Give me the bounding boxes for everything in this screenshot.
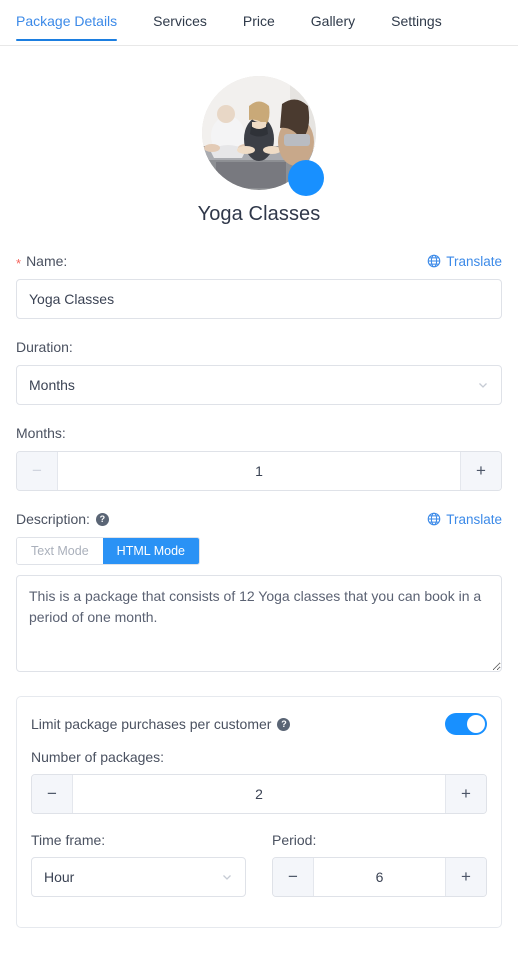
translate-description-label: Translate [446,511,502,527]
toggle-knob [467,715,485,733]
duration-label-row: Duration: [16,338,502,356]
avatar [202,76,324,196]
limit-purchases-label-text: Limit package purchases per customer [31,716,272,732]
page-title: Yoga Classes [197,203,321,225]
period-stepper: − 6 + [272,857,487,897]
limit-purchases-label: Limit package purchases per customer ? [31,716,291,732]
period-value[interactable]: 6 [314,858,445,896]
number-of-packages-value[interactable]: 2 [73,775,445,813]
tab-settings[interactable]: Settings [391,0,442,41]
duration-select-value: Months [29,377,75,393]
months-label: Months: [16,425,66,441]
time-frame-period-row: Time frame: Hour Period: − 6 + [31,832,487,897]
months-increment-button[interactable]: + [460,452,501,490]
translate-description-button[interactable]: Translate [427,512,502,527]
description-textarea[interactable] [16,575,502,672]
package-details-form: * Name: Translate Duration: [0,252,518,677]
months-value[interactable]: 1 [58,452,460,490]
translate-name-label: Translate [446,253,502,269]
duration-field-group: Duration: Months [16,338,502,405]
tab-package-details[interactable]: Package Details [16,0,118,41]
tab-bar: Package Details Services Price Gallery S… [0,0,518,46]
number-of-packages-label: Number of packages: [31,749,165,765]
period-decrement-button[interactable]: − [273,858,314,896]
months-label-row: Months: [16,424,502,442]
period-group: Period: − 6 + [272,832,487,897]
number-of-packages-increment-button[interactable]: + [445,775,486,813]
required-marker: * [16,255,22,271]
time-frame-select-value: Hour [44,869,75,885]
months-field-group: Months: − 1 + [16,424,502,491]
number-of-packages-decrement-button[interactable]: − [32,775,73,813]
chevron-down-icon [221,871,233,883]
period-label: Period: [272,832,317,848]
globe-icon [427,254,441,268]
package-header: Yoga Classes [0,76,518,226]
limit-purchases-toggle[interactable] [445,713,487,735]
name-label-row: * Name: Translate [16,252,502,270]
name-field-group: * Name: Translate [16,252,502,319]
limit-purchases-header: Limit package purchases per customer ? [31,713,487,735]
number-of-packages-stepper: − 2 + [31,774,487,814]
limit-purchases-card: Limit package purchases per customer ? N… [16,696,502,928]
period-increment-button[interactable]: + [445,858,486,896]
tab-price[interactable]: Price [243,0,275,41]
description-label: Description: ? [16,511,109,527]
name-label: * Name: [16,253,68,271]
question-mark-icon[interactable]: ? [95,512,109,526]
duration-label: Duration: [16,339,73,355]
description-label-text: Description: [16,511,90,527]
time-frame-label: Time frame: [31,832,106,848]
tab-services[interactable]: Services [153,0,207,41]
text-mode-button[interactable]: Text Mode [17,538,103,564]
duration-select[interactable]: Months [16,365,502,405]
months-decrement-button[interactable]: − [17,452,58,490]
time-frame-select[interactable]: Hour [31,857,246,897]
time-frame-group: Time frame: Hour [31,832,246,897]
months-stepper: − 1 + [16,451,502,491]
chevron-down-icon [477,379,489,391]
name-label-text: Name: [26,253,68,269]
edit-avatar-badge-icon[interactable] [288,160,324,196]
question-mark-icon[interactable]: ? [277,717,291,731]
name-input[interactable] [16,279,502,319]
tab-gallery[interactable]: Gallery [311,0,355,41]
translate-name-button[interactable]: Translate [427,254,502,269]
description-mode-toggle: Text Mode HTML Mode [16,537,200,565]
description-field-group: Description: ? Translate Text Mode HTML … [16,510,502,677]
html-mode-button[interactable]: HTML Mode [102,538,199,564]
description-label-row: Description: ? Translate [16,510,502,528]
globe-icon [427,512,441,526]
